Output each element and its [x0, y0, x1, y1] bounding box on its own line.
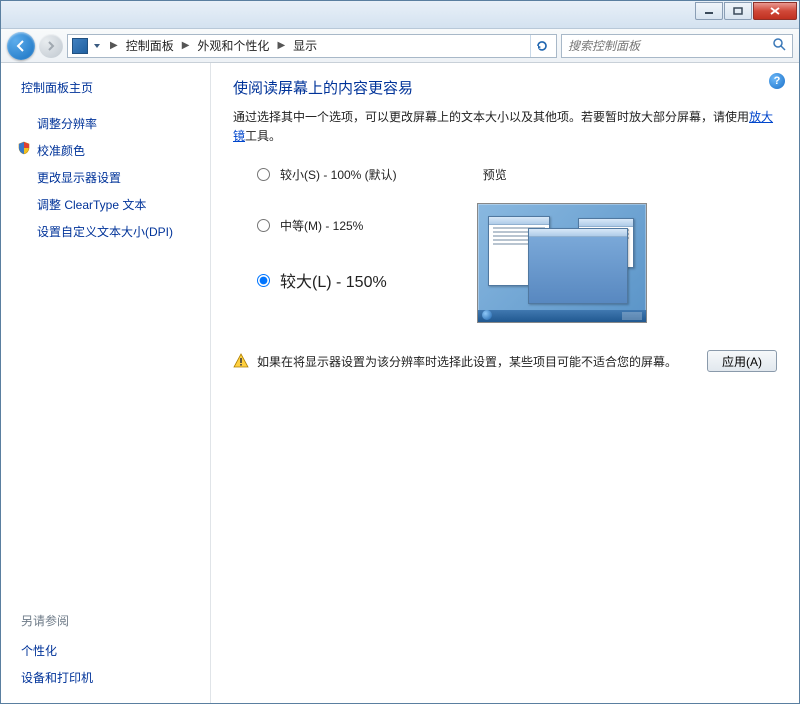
- page-title: 使阅读屏幕上的内容更容易: [233, 77, 777, 98]
- sidebar-link-label: 校准颜色: [37, 144, 85, 158]
- sidebar-link-display-settings[interactable]: 更改显示器设置: [21, 164, 202, 191]
- nav-forward-button[interactable]: [39, 34, 63, 58]
- search-box[interactable]: [561, 34, 793, 58]
- main-content: ? 使阅读屏幕上的内容更容易 通过选择其中一个选项，可以更改屏幕上的文本大小以及…: [211, 63, 799, 703]
- preview-thumbnail: [477, 203, 647, 323]
- option-label: 较小(S) - 100% (默认): [280, 166, 397, 183]
- breadcrumb-item[interactable]: 控制面板: [124, 37, 176, 54]
- sidebar-link-resolution[interactable]: 调整分辨率: [21, 110, 202, 137]
- sidebar-title[interactable]: 控制面板主页: [21, 79, 202, 96]
- close-icon: [769, 6, 781, 16]
- breadcrumb-separator-icon: ▶: [178, 40, 194, 51]
- breadcrumb-item[interactable]: 外观和个性化: [195, 37, 271, 54]
- apply-button[interactable]: 应用(A): [707, 350, 777, 372]
- refresh-button[interactable]: [530, 35, 552, 57]
- refresh-icon: [535, 39, 549, 53]
- breadcrumb-separator-icon: ▶: [106, 40, 122, 51]
- option-medium[interactable]: 中等(M) - 125%: [257, 217, 397, 234]
- preview-label: 预览: [477, 166, 647, 183]
- option-label: 较大(L) - 150%: [280, 268, 387, 292]
- page-description: 通过选择其中一个选项，可以更改屏幕上的文本大小以及其他项。若要暂时放大部分屏幕，…: [233, 108, 777, 146]
- warning-text: 如果在将显示器设置为该分辨率时选择此设置，某些项目可能不适合您的屏幕。: [257, 353, 677, 370]
- breadcrumb[interactable]: ▶ 控制面板 ▶ 外观和个性化 ▶ 显示: [67, 34, 557, 58]
- minimize-button[interactable]: [695, 2, 723, 20]
- sidebar: 控制面板主页 调整分辨率 校准颜色 更改显示器设置 调整 ClearType 文…: [1, 63, 211, 703]
- search-input[interactable]: [568, 39, 768, 53]
- window-titlebar: [1, 1, 799, 29]
- option-smaller[interactable]: 较小(S) - 100% (默认): [257, 166, 397, 183]
- nav-back-button[interactable]: [7, 32, 35, 60]
- shield-icon: [17, 141, 31, 155]
- sidebar-link-calibrate-color[interactable]: 校准颜色: [21, 137, 202, 164]
- option-larger[interactable]: 较大(L) - 150%: [257, 268, 397, 292]
- see-also-title: 另请参阅: [21, 612, 202, 629]
- breadcrumb-item[interactable]: 显示: [291, 37, 319, 54]
- help-icon[interactable]: ?: [769, 73, 785, 89]
- maximize-button[interactable]: [724, 2, 752, 20]
- control-panel-icon: [72, 38, 88, 54]
- close-button[interactable]: [753, 2, 797, 20]
- radio-smaller[interactable]: [257, 168, 270, 181]
- arrow-left-icon: [14, 39, 28, 53]
- sidebar-link-cleartype[interactable]: 调整 ClearType 文本: [21, 191, 202, 218]
- warning-icon: [233, 353, 249, 369]
- see-also-personalization[interactable]: 个性化: [21, 637, 202, 664]
- minimize-icon: [704, 7, 714, 15]
- arrow-right-icon: [45, 40, 57, 52]
- breadcrumb-separator-icon: ▶: [273, 40, 289, 51]
- dropdown-icon[interactable]: [90, 40, 104, 52]
- search-icon[interactable]: [772, 37, 786, 54]
- radio-larger[interactable]: [257, 274, 270, 287]
- see-also-devices-printers[interactable]: 设备和打印机: [21, 664, 202, 691]
- maximize-icon: [733, 7, 743, 15]
- size-options: 较小(S) - 100% (默认) 中等(M) - 125% 较大(L) - 1…: [257, 166, 397, 326]
- navigation-bar: ▶ 控制面板 ▶ 外观和个性化 ▶ 显示: [1, 29, 799, 63]
- sidebar-link-custom-dpi[interactable]: 设置自定义文本大小(DPI): [21, 218, 202, 245]
- radio-medium[interactable]: [257, 219, 270, 232]
- option-label: 中等(M) - 125%: [280, 217, 363, 234]
